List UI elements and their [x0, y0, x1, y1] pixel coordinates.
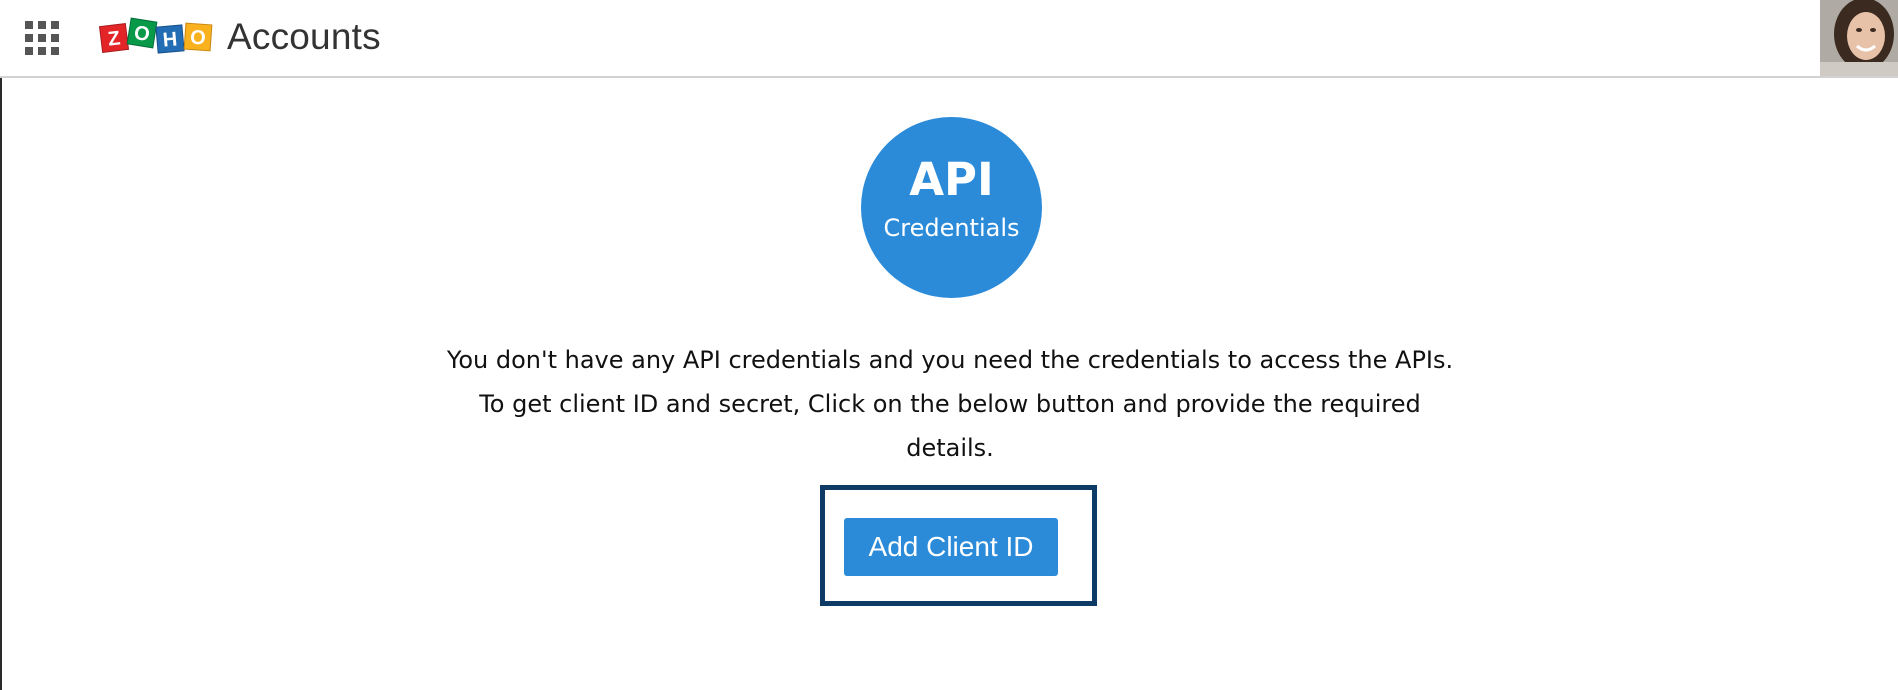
window-left-edge — [0, 0, 2, 690]
empty-state-message: You don't have any API credentials and y… — [446, 346, 1454, 462]
app-title[interactable]: Accounts — [227, 15, 381, 59]
svg-text:H: H — [162, 28, 178, 51]
top-header: Z O H O Accounts — [0, 0, 1898, 78]
apps-grid-icon[interactable] — [25, 21, 59, 55]
svg-text:O: O — [189, 26, 206, 49]
badge-title: API — [909, 153, 994, 206]
page: Z O H O Accounts API Credentials You don… — [0, 0, 1898, 690]
badge-subtitle: Credentials — [883, 214, 1020, 242]
add-client-id-button[interactable]: Add Client ID — [844, 518, 1058, 576]
api-credentials-badge: API Credentials — [861, 117, 1042, 298]
user-avatar[interactable] — [1820, 0, 1898, 76]
zoho-logo[interactable]: Z O H O — [98, 16, 216, 60]
